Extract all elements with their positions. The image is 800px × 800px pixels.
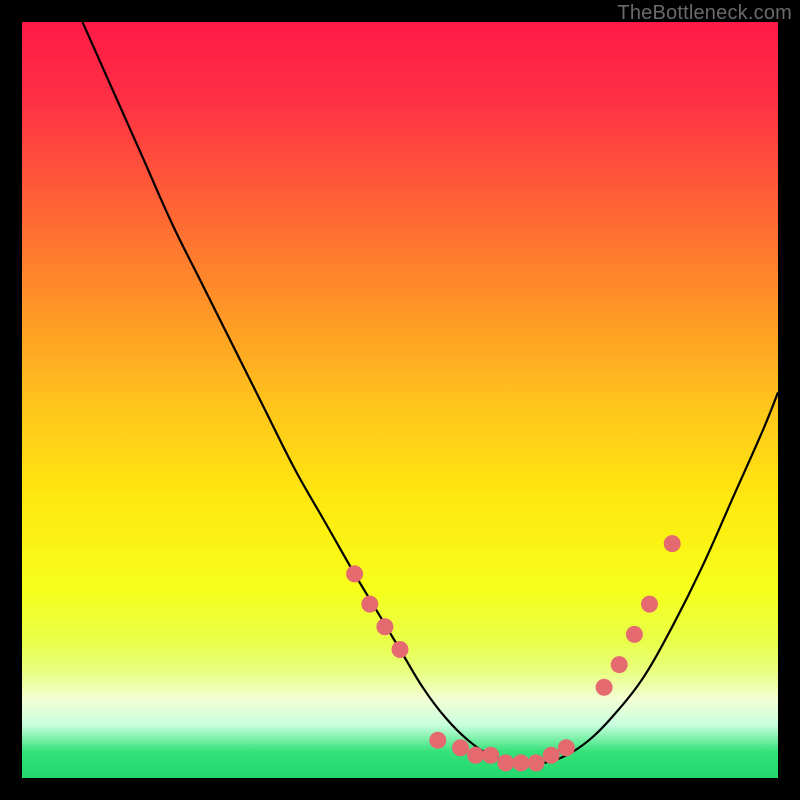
highlight-dot (513, 754, 530, 771)
curve-layer (22, 22, 778, 778)
highlight-dot (467, 747, 484, 764)
highlight-dot (482, 747, 499, 764)
highlight-dot (452, 739, 469, 756)
highlight-dot (558, 739, 575, 756)
highlight-dot (361, 596, 378, 613)
highlight-dot (392, 641, 409, 658)
highlight-dot (346, 565, 363, 582)
watermark-text: TheBottleneck.com (617, 2, 792, 25)
plot-area (22, 22, 778, 778)
highlight-dot (528, 754, 545, 771)
bottleneck-curve (83, 22, 779, 764)
highlight-dot (611, 656, 628, 673)
highlight-dot (376, 618, 393, 635)
highlight-dot (429, 732, 446, 749)
highlight-dots (346, 535, 681, 771)
chart-frame: TheBottleneck.com (0, 0, 800, 800)
highlight-dot (641, 596, 658, 613)
highlight-dot (664, 535, 681, 552)
highlight-dot (626, 626, 643, 643)
highlight-dot (497, 754, 514, 771)
highlight-dot (596, 679, 613, 696)
highlight-dot (543, 747, 560, 764)
